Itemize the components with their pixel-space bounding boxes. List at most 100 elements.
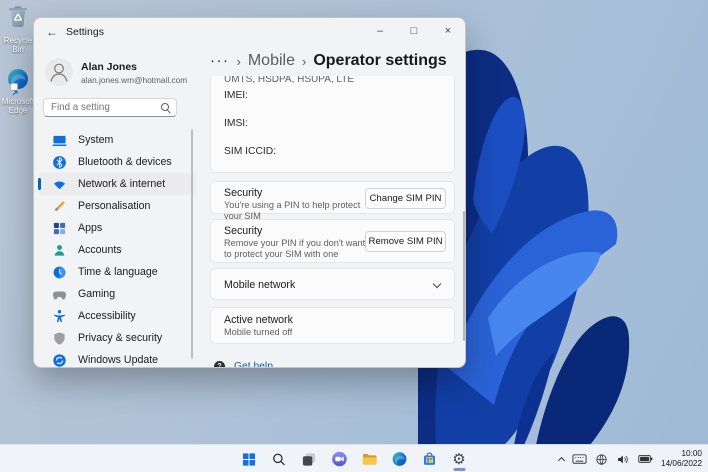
minimize-button[interactable]: – — [363, 18, 397, 44]
get-help-link[interactable]: Get help — [234, 361, 273, 367]
tray-time: 10:00 — [681, 449, 703, 458]
windows-logo-icon — [242, 452, 256, 466]
store-icon — [423, 452, 435, 465]
desktop-icon-microsoft-edge[interactable]: Microsoft Edge — [1, 68, 35, 115]
desktop: Recycle Bin Microsoft Edge ← Settings – … — [0, 0, 708, 472]
get-help-row: ? Get help — [214, 361, 273, 367]
selected-accent-bar — [38, 178, 41, 190]
breadcrumb: ··· › Mobile › Operator settings — [210, 49, 447, 73]
sim-iccid-label: SIM ICCID: — [224, 146, 277, 157]
accessibility-icon — [53, 309, 66, 322]
card-description: Remove your PIN if you don't want to pro… — [224, 238, 366, 259]
task-view-button[interactable] — [298, 448, 321, 471]
desktop-icon-label: Recycle Bin — [3, 36, 33, 54]
settings-taskbar-button[interactable]: ⚙ — [448, 448, 471, 471]
sidebar-item-windows-update[interactable]: Windows Update — [38, 349, 196, 367]
sidebar-item-label: Accessibility — [78, 310, 136, 322]
bluetooth-icon — [53, 155, 66, 169]
remove-sim-pin-button[interactable]: Remove SIM PIN — [365, 231, 446, 252]
titlebar[interactable]: ← Settings – □ × — [34, 18, 465, 46]
active-app-indicator — [453, 468, 465, 471]
sidebar-item-label: Gaming — [78, 288, 116, 300]
security-remove-pin-card: Security Remove your PIN if you don't wa… — [210, 219, 455, 263]
desktop-icon-recycle-bin[interactable]: Recycle Bin — [1, 3, 35, 54]
settings-window: ← Settings – □ × Alan Jones alan.jones.w… — [33, 17, 466, 368]
page-title: Operator settings — [313, 52, 447, 69]
clock[interactable]: 10:00 14/06/2022 — [661, 449, 702, 469]
volume-icon[interactable] — [616, 453, 630, 466]
chat-button[interactable] — [328, 448, 351, 471]
card-title: Mobile network — [224, 279, 296, 291]
folder-icon — [362, 453, 377, 465]
mobile-network-expander[interactable]: Mobile network — [210, 268, 455, 300]
sidebar-nav: System Bluetooth & devices Network & int… — [38, 129, 196, 367]
sidebar-item-accessibility[interactable]: Accessibility — [38, 305, 196, 327]
wifi-icon — [53, 180, 66, 189]
file-explorer-button[interactable] — [358, 448, 381, 471]
sidebar-item-label: Privacy & security — [78, 332, 163, 344]
edge-button[interactable] — [388, 448, 411, 471]
back-button[interactable]: ← — [42, 22, 62, 42]
card-title: Active network — [224, 314, 293, 326]
change-sim-pin-button[interactable]: Change SIM PIN — [365, 188, 446, 209]
chevron-right-icon: › — [301, 54, 307, 69]
system-tray: 10:00 14/06/2022 — [557, 445, 702, 472]
sidebar-item-time-language[interactable]: Time & language — [38, 261, 196, 283]
sidebar-item-network-internet[interactable]: Network & internet — [38, 173, 196, 195]
gear-icon: ⚙ — [452, 450, 466, 468]
shortcut-arrow-badge — [10, 83, 18, 96]
sidebar-item-label: Accounts — [78, 244, 122, 256]
maximize-button[interactable]: □ — [397, 18, 431, 44]
security-change-pin-card: Security You're using a PIN to help prot… — [210, 181, 455, 221]
store-button[interactable] — [418, 448, 441, 471]
chat-icon — [331, 451, 347, 467]
card-title: Security — [224, 187, 263, 199]
card-title: Security — [224, 225, 263, 237]
personalisation-icon — [54, 200, 65, 211]
breadcrumb-parent[interactable]: Mobile — [248, 52, 295, 70]
shield-icon — [54, 331, 65, 345]
recycle-bin-icon — [9, 6, 27, 27]
sidebar-item-label: System — [78, 134, 114, 146]
close-button[interactable]: × — [431, 18, 465, 44]
breadcrumb-ellipsis-button[interactable]: ··· — [210, 53, 230, 68]
gaming-icon — [52, 291, 67, 299]
card-subtitle: Mobile turned off — [224, 327, 293, 337]
content-area: UMTS, HSDPA, HSUPA, LTE IMEI: IMSI: SIM … — [210, 76, 462, 367]
window-title: Settings — [66, 26, 104, 38]
sidebar-item-system[interactable]: System — [38, 129, 196, 151]
sidebar-item-privacy-security[interactable]: Privacy & security — [38, 327, 196, 349]
sidebar-item-label: Network & internet — [78, 178, 166, 190]
sidebar-item-apps[interactable]: Apps — [38, 217, 196, 239]
sidebar-item-accounts[interactable]: Accounts — [38, 239, 196, 261]
taskbar-center-icons: ⚙ — [238, 445, 471, 472]
tray-date: 14/06/2022 — [661, 459, 702, 468]
chevron-down-icon — [432, 279, 442, 289]
content-scrollbar[interactable] — [463, 211, 465, 341]
touch-keyboard-icon[interactable] — [572, 453, 587, 465]
sim-network-types: UMTS, HSDPA, HSUPA, LTE — [224, 76, 355, 85]
windows-update-icon — [53, 353, 66, 367]
search-input[interactable] — [51, 100, 159, 115]
avatar[interactable] — [45, 58, 73, 86]
active-network-card: Active network Mobile turned off — [210, 307, 455, 344]
network-icon[interactable] — [595, 453, 608, 466]
desktop-icons: Recycle Bin Microsoft Edge — [1, 3, 35, 128]
search-button[interactable] — [268, 448, 291, 471]
hidden-icons-chevron[interactable] — [557, 456, 566, 465]
sidebar-item-personalisation[interactable]: Personalisation — [38, 195, 196, 217]
sidebar-item-label: Windows Update — [78, 354, 159, 366]
search-box[interactable] — [43, 98, 177, 117]
imei-label: IMEI: — [224, 90, 249, 101]
chevron-right-icon: › — [236, 54, 241, 69]
battery-icon[interactable] — [638, 453, 653, 465]
help-icon: ? — [214, 361, 225, 367]
task-view-icon — [302, 452, 316, 466]
taskbar: ⚙ 10:00 14/06/2022 — [0, 444, 708, 472]
desktop-icon-label: Microsoft Edge — [1, 97, 35, 115]
person-icon — [50, 63, 68, 82]
sidebar-item-bluetooth-devices[interactable]: Bluetooth & devices — [38, 151, 196, 173]
sidebar-scrollbar[interactable] — [191, 129, 193, 359]
sidebar-item-gaming[interactable]: Gaming — [38, 283, 196, 305]
start-button[interactable] — [238, 448, 261, 471]
